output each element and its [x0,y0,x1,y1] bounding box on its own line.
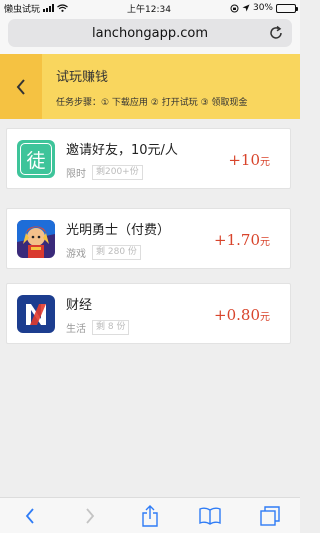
share-button[interactable] [135,501,165,531]
task-steps: 任务步骤：① 下载应用 ② 打开试玩 ③ 领取现金 [56,97,248,108]
task-card-game[interactable]: 光明勇士（付费） 游戏 剩 280 份 +1.70元 [6,208,291,269]
task-remaining: 剩200+份 [92,165,143,180]
status-right: 30% [230,3,298,13]
task-meta: 生活 剩 8 份 [66,320,130,335]
task-reward: +10元 [228,151,270,169]
battery-icon [276,3,298,13]
url-text[interactable]: lanchongapp.com [92,26,208,41]
share-icon [142,504,158,527]
browser-toolbar [0,497,300,533]
reward-amount: +1.70 [214,231,260,249]
reward-unit: 元 [260,237,270,248]
signal-icon [43,4,55,12]
location-icon [242,4,250,12]
status-bar: 懒虫试玩 上午12:34 30% [0,0,300,16]
game-hero-icon [17,220,55,258]
url-field[interactable]: lanchongapp.com [8,19,292,47]
back-button[interactable] [0,54,42,119]
address-bar: lanchongapp.com [0,16,300,54]
forward-icon [86,507,95,524]
tabs-icon [260,505,280,526]
task-meta: 限时 剩200+份 [66,165,143,180]
reload-icon[interactable] [268,25,284,41]
back-icon [25,507,34,524]
task-reward: +0.80元 [214,306,270,324]
task-remaining: 剩 8 份 [92,320,130,335]
task-category: 限时 [66,169,86,180]
wifi-icon [57,4,68,12]
browser-back-button[interactable] [15,501,45,531]
task-category: 生活 [66,324,86,335]
task-card-finance[interactable]: 财经 生活 剩 8 份 +0.80元 [6,283,291,344]
apprentice-icon-text: 徒 [26,149,46,172]
task-name: 邀请好友，10元/人 [66,143,178,158]
back-to-app-label[interactable]: 懒虫试玩 [4,2,40,15]
task-name: 光明勇士（付费） [66,223,171,238]
task-card-invite[interactable]: 徒 邀请好友，10元/人 限时 剩200+份 +10元 [6,128,291,189]
apprentice-icon: 徒 [17,140,55,178]
page-header: 试玩赚钱 任务步骤：① 下载应用 ② 打开试玩 ③ 领取现金 [0,54,300,119]
header-text: 试玩赚钱 任务步骤：① 下载应用 ② 打开试玩 ③ 领取现金 [42,66,248,108]
bookmarks-button[interactable] [195,501,225,531]
tabs-button[interactable] [255,501,285,531]
task-remaining: 剩 280 份 [92,245,141,260]
reward-unit: 元 [260,157,270,168]
browser-forward-button[interactable] [75,501,105,531]
task-category: 游戏 [66,249,86,260]
status-left: 懒虫试玩 [4,2,68,15]
status-time: 上午12:34 [127,4,171,15]
reward-unit: 元 [260,312,270,323]
task-meta: 游戏 剩 280 份 [66,245,141,260]
orientation-lock-icon [230,4,239,12]
task-reward: +1.70元 [214,231,270,249]
battery-percent: 30% [252,3,273,13]
page-title: 试玩赚钱 [56,69,109,85]
reward-amount: +0.80 [214,306,260,324]
chevron-left-icon [16,78,25,95]
finance-app-icon [17,295,55,333]
bookmarks-icon [199,507,221,525]
reward-amount: +10 [228,151,260,169]
task-name: 财经 [66,298,93,313]
